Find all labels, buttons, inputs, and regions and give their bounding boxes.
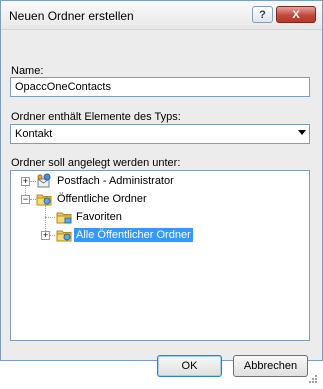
tree-item-label: Postfach - Administrator [57,175,174,187]
public-folder-icon [36,191,52,210]
title-bar[interactable]: Neuen Ordner erstellen ? X [1,1,322,30]
expand-icon[interactable]: + [41,231,50,240]
title-buttons: ? X [252,6,316,23]
help-button[interactable]: ? [252,6,273,23]
cancel-button[interactable]: Abbrechen [233,355,308,377]
type-label: Ordner enthält Elemente des Typs: [11,111,181,123]
tree-item-mailbox[interactable]: + Postfach - Administrator [11,173,309,189]
dialog-title: Neuen Ordner erstellen [9,9,134,23]
tree-item-label: Öffentliche Ordner [57,193,147,205]
folder-tree[interactable]: + Postfach - Administrator − Öffentliche… [10,170,310,341]
type-select[interactable]: Kontakt [10,124,310,144]
mailbox-icon [36,173,52,192]
new-folder-dialog: Neuen Ordner erstellen ? X Name: Ordner … [0,0,323,383]
favorites-folder-icon [56,209,72,228]
ok-button[interactable]: OK [157,355,222,377]
expand-icon[interactable]: + [21,177,30,186]
location-label: Ordner soll angelegt werden unter: [11,157,181,169]
chevron-down-icon[interactable] [298,130,306,135]
name-label: Name: [11,65,44,77]
tree-item-favorites[interactable]: Favoriten [11,209,309,225]
tree-item-public-folders[interactable]: − Öffentliche Ordner [11,191,309,207]
tree-item-label: Alle Öffentlicher Ordner [74,228,193,242]
tree-item-all-public-folders[interactable]: + Alle Öffentlicher Ordner [11,227,309,243]
type-select-value: Kontakt [15,128,53,140]
name-input[interactable] [10,77,310,97]
collapse-icon[interactable]: − [21,195,30,204]
folder-icon [56,227,72,246]
tree-item-label: Favoriten [76,211,122,223]
close-button[interactable]: X [276,6,316,23]
